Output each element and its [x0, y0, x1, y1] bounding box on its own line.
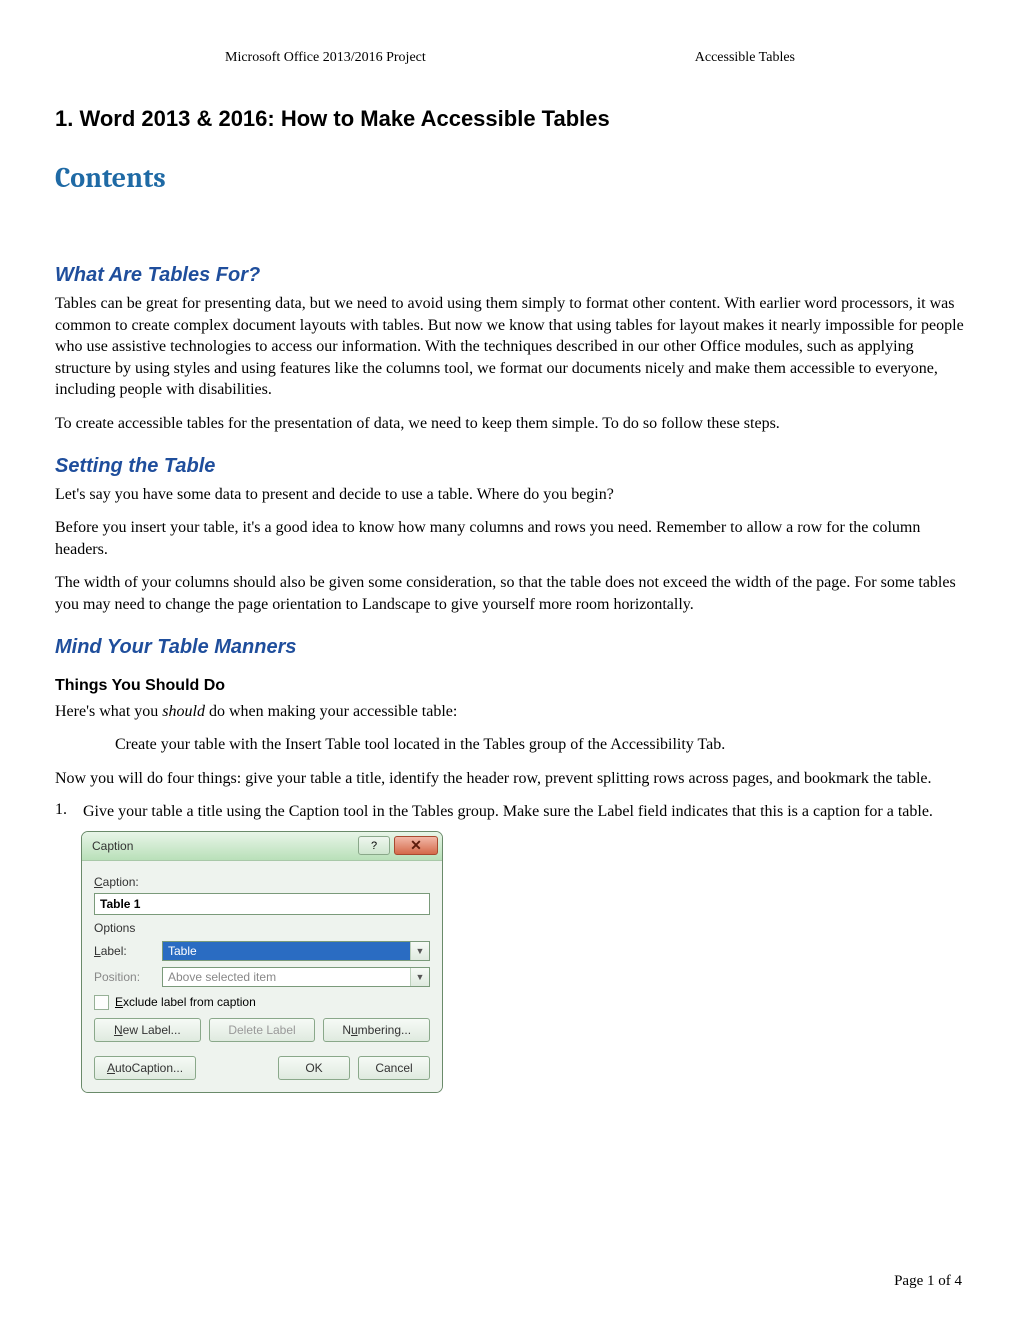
header-left: Microsoft Office 2013/2016 Project [225, 50, 426, 66]
emphasis: should [162, 703, 205, 720]
section-what-are-tables-for: What Are Tables For? [55, 264, 965, 287]
label-field-label: Label: [94, 944, 162, 958]
paragraph: Before you insert your table, it's a goo… [55, 517, 965, 560]
caption-dialog: Caption ? ✕ Caption: Options Label: [81, 831, 443, 1093]
text: Here's what you [55, 703, 162, 720]
page-label-mid: of [935, 1273, 955, 1289]
dialog-titlebar: Caption ? ✕ [82, 832, 442, 861]
paragraph: To create accessible tables for the pres… [55, 413, 965, 435]
caption-dialog-screenshot: Caption ? ✕ Caption: Options Label: [81, 831, 965, 1093]
paragraph-indented: Create your table with the Insert Table … [115, 734, 965, 756]
page-number: Page 1 of 4 [894, 1273, 962, 1290]
label-dropdown-value: Table [163, 942, 410, 960]
paragraph: Here's what you should do when making yo… [55, 701, 965, 723]
numbering-button[interactable]: Numbering... [323, 1018, 430, 1042]
paragraph: Tables can be great for presenting data,… [55, 293, 965, 401]
help-icon: ? [371, 840, 377, 852]
page-label-pre: Page [894, 1273, 927, 1289]
running-header: Microsoft Office 2013/2016 Project Acces… [55, 50, 965, 66]
dialog-title: Caption [92, 839, 133, 853]
section-mind-your-table-manners: Mind Your Table Manners [55, 636, 965, 659]
contents-heading: Contents [55, 162, 965, 194]
ok-button[interactable]: OK [278, 1056, 350, 1080]
step-text: Give your table a title using the Captio… [83, 801, 933, 823]
paragraph: Now you will do four things: give your t… [55, 768, 965, 790]
delete-label-button: Delete Label [209, 1018, 316, 1042]
exclude-label-checkbox[interactable] [94, 995, 109, 1010]
chevron-down-icon: ▼ [410, 942, 429, 960]
subsection-things-you-should-do: Things You Should Do [55, 677, 965, 695]
title-prefix: 1. [55, 106, 73, 131]
autocaption-button[interactable]: AutoCaption... [94, 1056, 196, 1080]
position-field-label: Position: [94, 970, 162, 984]
help-button[interactable]: ? [358, 836, 390, 855]
cancel-button[interactable]: Cancel [358, 1056, 430, 1080]
page-current: 1 [927, 1273, 935, 1289]
close-icon: ✕ [410, 837, 422, 854]
numbered-step-1: 1. Give your table a title using the Cap… [55, 801, 965, 823]
section-setting-the-table: Setting the Table [55, 455, 965, 478]
options-group-label: Options [94, 921, 430, 935]
label-dropdown[interactable]: Table ▼ [162, 941, 430, 961]
position-dropdown-value: Above selected item [163, 968, 410, 986]
page-total: 4 [955, 1273, 963, 1289]
position-dropdown: Above selected item ▼ [162, 967, 430, 987]
paragraph: Let's say you have some data to present … [55, 484, 965, 506]
step-number: 1. [55, 801, 83, 823]
close-button[interactable]: ✕ [394, 836, 438, 855]
document-title: 1. Word 2013 & 2016: How to Make Accessi… [55, 106, 965, 132]
new-label-button[interactable]: New Label... [94, 1018, 201, 1042]
text: do when making your accessible table: [205, 703, 457, 720]
header-right: Accessible Tables [695, 50, 795, 66]
chevron-down-icon: ▼ [410, 968, 429, 986]
exclude-label-text: Exclude label from caption [115, 995, 256, 1009]
caption-input[interactable] [94, 893, 430, 915]
caption-field-label: Caption: [94, 875, 430, 889]
paragraph: The width of your columns should also be… [55, 572, 965, 615]
title-text: Word 2013 & 2016: How to Make Accessible… [79, 106, 609, 131]
